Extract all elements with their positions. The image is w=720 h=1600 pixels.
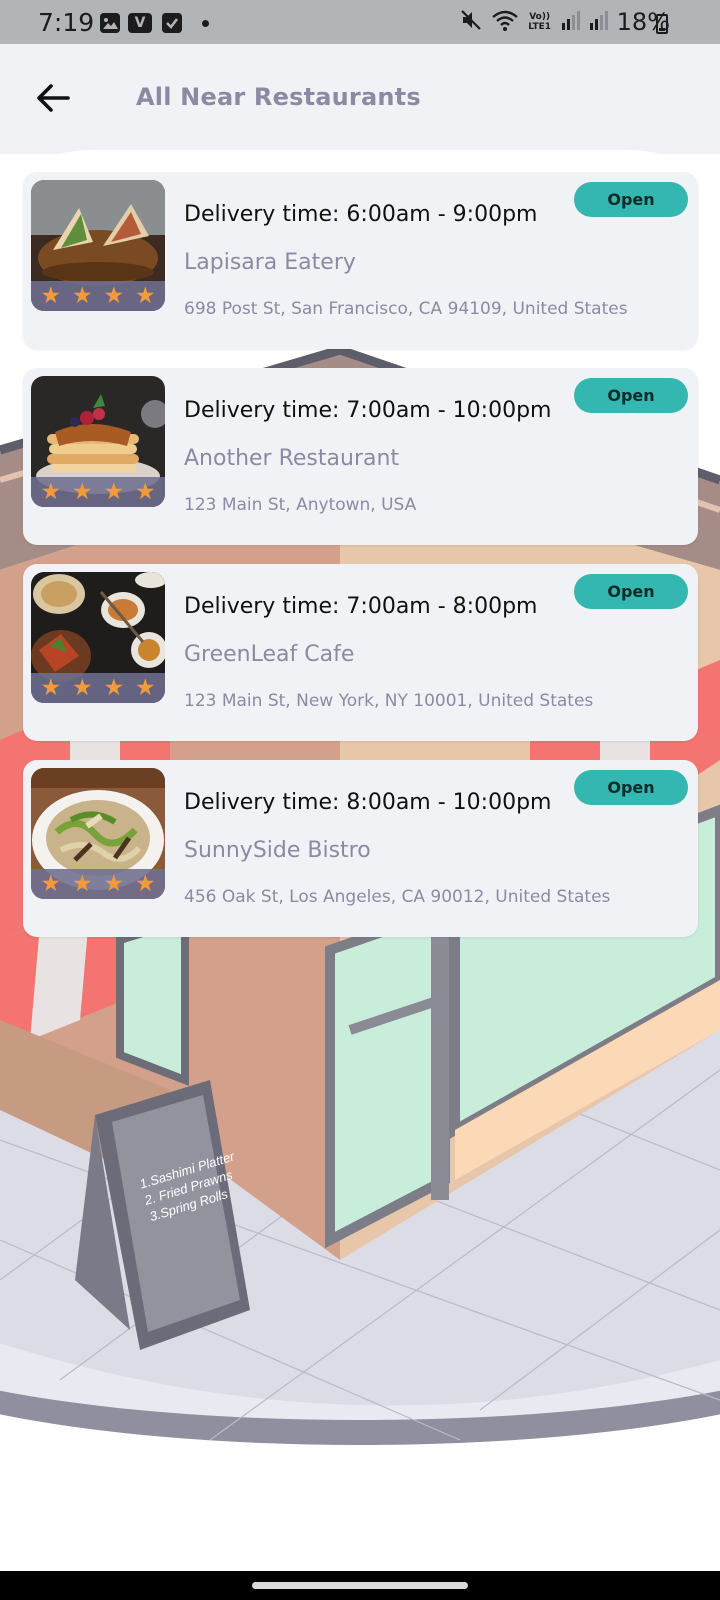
restaurant-address: 456 Oak St, Los Angeles, CA 90012, Unite… — [184, 887, 611, 907]
signal-icon-2 — [589, 9, 609, 35]
restaurant-name: GreenLeaf Cafe — [184, 642, 355, 667]
restaurant-address: 123 Main St, Anytown, USA — [184, 495, 417, 515]
star-icon: ★ — [103, 675, 125, 701]
star-icon: ★ — [134, 479, 156, 505]
star-icon: ★ — [103, 283, 125, 309]
open-status-badge[interactable]: Open — [574, 378, 688, 413]
restaurant-address: 698 Post St, San Francisco, CA 94109, Un… — [184, 299, 628, 319]
star-icon: ★ — [71, 675, 93, 701]
v-app-icon: V — [128, 13, 152, 33]
restaurant-thumbnail: ★ ★ ★ ★ — [31, 376, 165, 507]
restaurant-thumbnail: ★ ★ ★ ★ — [31, 180, 165, 311]
open-status-badge[interactable]: Open — [574, 182, 688, 217]
signal-icon-1 — [561, 9, 581, 35]
notification-dot-icon — [202, 20, 209, 27]
restaurant-name: Lapisara Eatery — [184, 250, 356, 275]
star-icon: ★ — [134, 675, 156, 701]
rating-stars: ★ ★ ★ ★ — [31, 477, 165, 507]
open-status-badge[interactable]: Open — [574, 770, 688, 805]
volte-label: Vo)) LTE1 — [528, 12, 552, 32]
star-icon: ★ — [40, 283, 62, 309]
restaurant-card[interactable]: ★ ★ ★ ★ Delivery time: 7:00am - 8:00pm G… — [23, 564, 698, 741]
restaurant-address: 123 Main St, New York, NY 10001, United … — [184, 691, 594, 711]
restaurant-card[interactable]: ★ ★ ★ ★ Delivery time: 7:00am - 10:00pm … — [23, 368, 698, 545]
mute-icon — [459, 8, 483, 36]
rating-stars: ★ ★ ★ ★ — [31, 869, 165, 899]
restaurant-thumbnail: ★ ★ ★ ★ — [31, 768, 165, 899]
restaurant-card[interactable]: ★ ★ ★ ★ Delivery time: 6:00am - 9:00pm L… — [23, 172, 698, 349]
restaurant-card[interactable]: ★ ★ ★ ★ Delivery time: 8:00am - 10:00pm … — [23, 760, 698, 937]
star-icon: ★ — [71, 479, 93, 505]
star-icon: ★ — [71, 283, 93, 309]
home-indicator[interactable] — [252, 1582, 468, 1589]
gallery-icon — [100, 13, 120, 33]
star-icon: ★ — [134, 871, 156, 897]
open-status-badge[interactable]: Open — [574, 574, 688, 609]
star-icon: ★ — [40, 675, 62, 701]
star-icon: ★ — [40, 479, 62, 505]
status-indicators: Vo)) LTE1 18% — [459, 8, 670, 36]
status-time: 7:19 — [38, 8, 95, 37]
delivery-time: Delivery time: 7:00am - 10:00pm — [184, 398, 552, 423]
rating-stars: ★ ★ ★ ★ — [31, 673, 165, 703]
wifi-icon — [491, 8, 519, 36]
status-bar: 7:19 V Vo)) LTE1 18% — [0, 0, 720, 44]
restaurant-name: Another Restaurant — [184, 446, 400, 471]
app-header: All Near Restaurants — [0, 44, 720, 154]
battery-icon — [656, 14, 668, 34]
restaurant-thumbnail: ★ ★ ★ ★ — [31, 572, 165, 703]
page-title: All Near Restaurants — [136, 83, 421, 111]
check-app-icon — [162, 13, 182, 33]
delivery-time: Delivery time: 7:00am - 8:00pm — [184, 594, 538, 619]
delivery-time: Delivery time: 8:00am - 10:00pm — [184, 790, 552, 815]
star-icon: ★ — [40, 871, 62, 897]
back-arrow-icon[interactable] — [34, 78, 74, 118]
delivery-time: Delivery time: 6:00am - 9:00pm — [184, 202, 538, 227]
rating-stars: ★ ★ ★ ★ — [31, 281, 165, 311]
star-icon: ★ — [134, 283, 156, 309]
star-icon: ★ — [103, 479, 125, 505]
restaurant-name: SunnySide Bistro — [184, 838, 371, 863]
system-nav-bar — [0, 1571, 720, 1600]
star-icon: ★ — [103, 871, 125, 897]
restaurant-list: ★ ★ ★ ★ Delivery time: 6:00am - 9:00pm L… — [23, 172, 698, 956]
star-icon: ★ — [71, 871, 93, 897]
